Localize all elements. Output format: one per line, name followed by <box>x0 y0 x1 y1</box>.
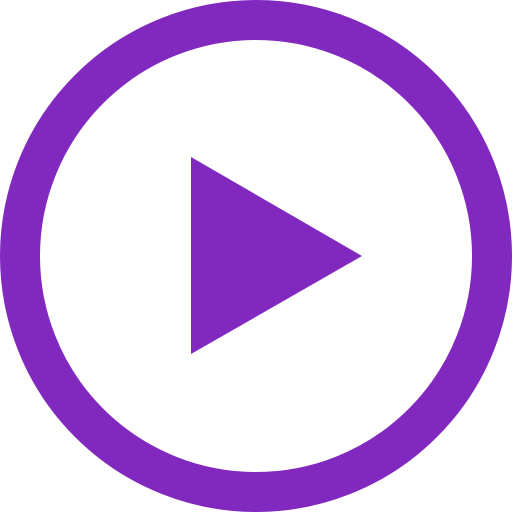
icon-canvas <box>0 0 512 512</box>
play-button[interactable] <box>0 0 512 512</box>
play-triangle-icon <box>191 157 362 354</box>
play-circle-icon <box>0 0 512 512</box>
